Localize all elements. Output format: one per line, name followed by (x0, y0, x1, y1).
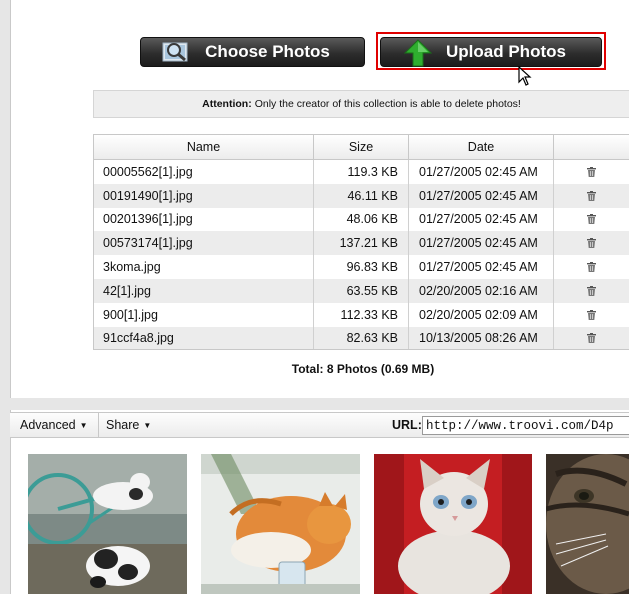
table-row[interactable]: 00191490[1].jpg 46.11 KB 01/27/2005 02:4… (94, 183, 629, 208)
photo-thumbnail[interactable] (28, 454, 187, 594)
photo-thumbnail[interactable] (374, 454, 532, 594)
upload-photos-button[interactable]: Upload Photos (380, 37, 602, 67)
cell-date: 01/27/2005 02:45 AM (408, 159, 554, 184)
cell-actions (553, 183, 629, 208)
column-header-actions (553, 135, 629, 160)
choose-photos-label: Choose Photos (205, 42, 330, 61)
table-row[interactable]: 00573174[1].jpg 137.21 KB 01/27/2005 02:… (94, 231, 629, 256)
cell-filename: 00573174[1].jpg (94, 231, 314, 256)
cell-filesize: 119.3 KB (313, 159, 409, 184)
cell-date: 01/27/2005 02:45 AM (408, 231, 554, 256)
cell-date: 02/20/2005 02:09 AM (408, 302, 554, 327)
trash-icon[interactable] (587, 214, 596, 225)
upload-photos-label: Upload Photos (446, 42, 566, 61)
trash-icon[interactable] (587, 285, 596, 296)
trash-icon[interactable] (587, 262, 596, 273)
trash-icon[interactable] (587, 238, 596, 249)
section-separator (0, 398, 629, 410)
column-header-size[interactable]: Size (313, 135, 409, 160)
caret-down-icon: ▼ (79, 421, 88, 430)
column-header-date[interactable]: Date (408, 135, 554, 160)
table-header-row: Name Size Date (94, 135, 629, 160)
cell-filename: 3koma.jpg (94, 255, 314, 279)
gallery-toolbar: Advanced ▼ Share ▼ URL: http://www.troovi.… (10, 412, 629, 438)
photo-thumbnail[interactable] (546, 454, 629, 594)
cell-filesize: 82.63 KB (313, 326, 409, 349)
cell-filesize: 46.11 KB (313, 183, 409, 208)
url-field[interactable]: http://www.troovi.com/D4p (422, 416, 629, 435)
cell-filesize: 96.83 KB (313, 255, 409, 279)
cell-filename: 900[1].jpg (94, 302, 314, 327)
cell-actions (553, 159, 629, 184)
cats-bicycle-image (28, 454, 187, 594)
table-row[interactable]: 00005562[1].jpg 119.3 KB 01/27/2005 02:4… (94, 159, 629, 184)
attention-notice: Attention: Only the creator of this coll… (93, 90, 629, 118)
cell-filename: 00191490[1].jpg (94, 183, 314, 208)
table-row[interactable]: 3koma.jpg 96.83 KB 01/27/2005 02:45 AM (94, 255, 629, 279)
choose-photos-button[interactable]: Choose Photos (140, 37, 365, 67)
trash-icon[interactable] (587, 309, 596, 320)
cell-actions (553, 231, 629, 256)
cell-date: 02/20/2005 02:16 AM (408, 278, 554, 303)
share-menu[interactable]: Share ▼ (96, 413, 161, 437)
cell-filesize: 63.55 KB (313, 278, 409, 303)
advanced-menu[interactable]: Advanced ▼ (10, 413, 99, 437)
share-menu-label: Share (106, 418, 140, 432)
cell-date: 01/27/2005 02:45 AM (408, 183, 554, 208)
cell-actions (553, 326, 629, 349)
table-row[interactable]: 42[1].jpg 63.55 KB 02/20/2005 02:16 AM (94, 278, 629, 303)
cell-filesize: 48.06 KB (313, 207, 409, 232)
table-row[interactable]: 91ccf4a8.jpg 82.63 KB 10/13/2005 08:26 A… (94, 326, 629, 349)
attention-label: Attention: (202, 98, 252, 110)
cell-actions (553, 255, 629, 279)
cell-filename: 00005562[1].jpg (94, 159, 314, 184)
cell-date: 01/27/2005 02:45 AM (408, 255, 554, 279)
total-summary: Total: 8 Photos (0.69 MB) (291, 362, 435, 376)
cell-filename: 00201396[1].jpg (94, 207, 314, 232)
cell-filesize: 112.33 KB (313, 302, 409, 327)
tabby-cat-closeup-image (546, 454, 629, 594)
siamese-cat-red-chair-image (374, 454, 532, 594)
attention-text: Only the creator of this collection is a… (254, 98, 521, 110)
photos-table: Name Size Date 00005562[1].jpg 119.3 KB … (93, 134, 629, 350)
photo-thumbnail[interactable] (201, 454, 360, 594)
cell-date: 01/27/2005 02:45 AM (408, 207, 554, 232)
cell-date: 10/13/2005 08:26 AM (408, 326, 554, 349)
trash-icon[interactable] (587, 333, 596, 344)
table-row[interactable]: 00201396[1].jpg 48.06 KB 01/27/2005 02:4… (94, 207, 629, 232)
cell-filename: 42[1].jpg (94, 278, 314, 303)
cell-filesize: 137.21 KB (313, 231, 409, 256)
cell-filename: 91ccf4a8.jpg (94, 326, 314, 349)
url-label: URL: (392, 418, 422, 432)
mouse-cursor-icon (518, 66, 532, 86)
cell-actions (553, 302, 629, 327)
cell-actions (553, 207, 629, 232)
orange-cat-glass-image (201, 454, 360, 594)
left-frame (0, 0, 11, 594)
advanced-menu-label: Advanced (20, 418, 76, 432)
column-header-name[interactable]: Name (94, 135, 314, 160)
table-row[interactable]: 900[1].jpg 112.33 KB 02/20/2005 02:09 AM (94, 302, 629, 327)
caret-down-icon: ▼ (143, 421, 152, 430)
cell-actions (553, 278, 629, 303)
trash-icon[interactable] (587, 166, 596, 177)
trash-icon[interactable] (587, 190, 596, 201)
